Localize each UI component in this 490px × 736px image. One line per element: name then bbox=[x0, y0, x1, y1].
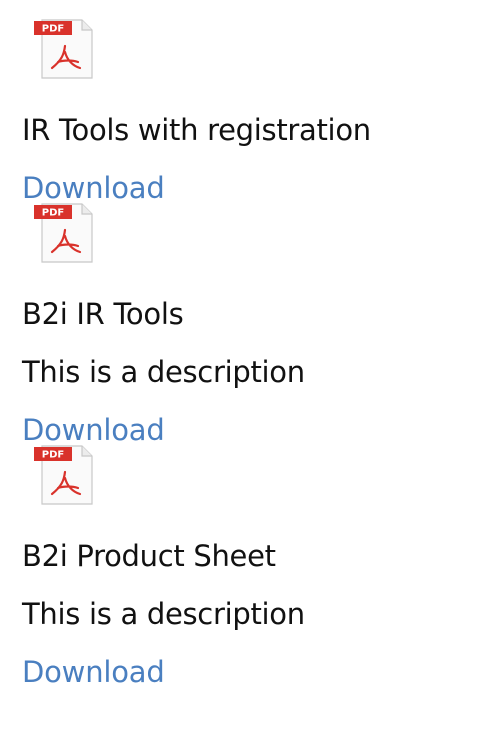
pdf-badge-text: PDF bbox=[42, 450, 64, 461]
document-list: PDF IR Tools with registration Download … bbox=[22, 16, 468, 692]
pdf-badge-text: PDF bbox=[42, 208, 64, 219]
document-title: B2i IR Tools bbox=[22, 297, 184, 331]
document-item: PDF IR Tools with registration Download bbox=[22, 16, 468, 208]
pdf-badge-text: PDF bbox=[42, 24, 64, 35]
document-description: This is a description bbox=[22, 355, 305, 389]
pdf-file-icon: PDF bbox=[34, 203, 93, 263]
document-title: IR Tools with registration bbox=[22, 113, 371, 147]
document-description: This is a description bbox=[22, 597, 305, 631]
pdf-file-icon: PDF bbox=[34, 19, 93, 79]
download-link[interactable]: Download bbox=[22, 652, 468, 692]
document-item: PDF B2i Product Sheet This is a descript… bbox=[22, 442, 468, 692]
pdf-file-icon: PDF bbox=[34, 445, 93, 505]
document-title: B2i Product Sheet bbox=[22, 539, 276, 573]
document-item: PDF B2i IR Tools This is a description D… bbox=[22, 200, 468, 450]
